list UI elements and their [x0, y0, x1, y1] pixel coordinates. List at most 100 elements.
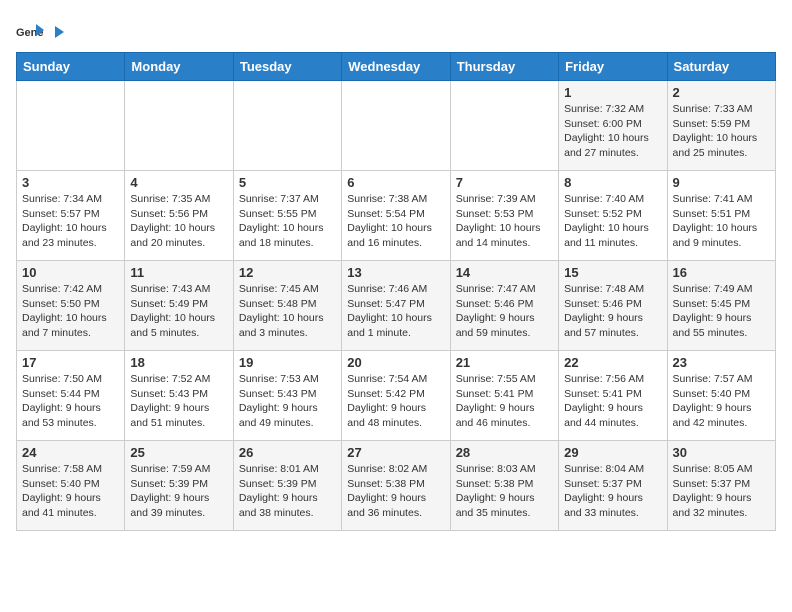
day-info: Sunrise: 8:02 AM Sunset: 5:38 PM Dayligh…: [347, 462, 444, 521]
day-info: Sunrise: 7:58 AM Sunset: 5:40 PM Dayligh…: [22, 462, 119, 521]
day-info: Sunrise: 7:55 AM Sunset: 5:41 PM Dayligh…: [456, 372, 553, 431]
calendar-cell: 23Sunrise: 7:57 AM Sunset: 5:40 PM Dayli…: [667, 351, 775, 441]
logo-icon: General: [16, 16, 44, 44]
day-number: 13: [347, 265, 444, 280]
day-info: Sunrise: 7:35 AM Sunset: 5:56 PM Dayligh…: [130, 192, 227, 251]
day-info: Sunrise: 7:33 AM Sunset: 5:59 PM Dayligh…: [673, 102, 770, 161]
day-number: 6: [347, 175, 444, 190]
day-info: Sunrise: 7:48 AM Sunset: 5:46 PM Dayligh…: [564, 282, 661, 341]
week-row-1: 1 Sunrise: 7:32 AM Sunset: 6:00 PM Daylig…: [17, 81, 776, 171]
day-info: Sunrise: 7:52 AM Sunset: 5:43 PM Dayligh…: [130, 372, 227, 431]
day-info: Sunrise: 7:46 AM Sunset: 5:47 PM Dayligh…: [347, 282, 444, 341]
calendar-cell: 20 Sunrise: 7:54 AM Sunset: 5:42 PM Dayli…: [342, 351, 450, 441]
calendar-cell: 14Sunrise: 7:47 AM Sunset: 5:46 PM Dayli…: [450, 261, 558, 351]
calendar-header: SundayMondayTuesdayWednesdayThursdayFrid…: [17, 53, 776, 81]
calendar-cell: 30 Sunrise: 8:05 AM Sunset: 5:37 PM Dayli…: [667, 441, 775, 531]
weekday-friday: Friday: [559, 53, 667, 81]
calendar-cell: 11 Sunrise: 7:43 AM Sunset: 5:49 PM Dayli…: [125, 261, 233, 351]
day-info: Sunrise: 7:54 AM Sunset: 5:42 PM Dayligh…: [347, 372, 444, 431]
day-info: Sunrise: 7:57 AM Sunset: 5:40 PM Dayligh…: [673, 372, 770, 431]
day-number: 11: [130, 265, 227, 280]
calendar-cell: 5 Sunrise: 7:37 AM Sunset: 5:55 PM Daylig…: [233, 171, 341, 261]
calendar-cell: 13 Sunrise: 7:46 AM Sunset: 5:47 PM Dayli…: [342, 261, 450, 351]
calendar-cell: 16 Sunrise: 7:49 AM Sunset: 5:45 PM Dayli…: [667, 261, 775, 351]
day-info: Sunrise: 8:01 AM Sunset: 5:39 PM Dayligh…: [239, 462, 336, 521]
day-number: 18: [130, 355, 227, 370]
calendar-cell: 25Sunrise: 7:59 AM Sunset: 5:39 PM Dayli…: [125, 441, 233, 531]
day-info: Sunrise: 7:45 AM Sunset: 5:48 PM Dayligh…: [239, 282, 336, 341]
day-number: 17: [22, 355, 119, 370]
day-number: 27: [347, 445, 444, 460]
weekday-row: SundayMondayTuesdayWednesdayThursdayFrid…: [17, 53, 776, 81]
day-number: 8: [564, 175, 661, 190]
calendar-cell: 17 Sunrise: 7:50 AM Sunset: 5:44 PM Dayli…: [17, 351, 125, 441]
page-header: General: [16, 16, 776, 44]
week-row-4: 17 Sunrise: 7:50 AM Sunset: 5:44 PM Dayli…: [17, 351, 776, 441]
calendar-cell: 18 Sunrise: 7:52 AM Sunset: 5:43 PM Dayli…: [125, 351, 233, 441]
day-number: 5: [239, 175, 336, 190]
calendar-cell: [125, 81, 233, 171]
day-number: 16: [673, 265, 770, 280]
day-number: 19: [239, 355, 336, 370]
calendar-cell: 8 Sunrise: 7:40 AM Sunset: 5:52 PM Daylig…: [559, 171, 667, 261]
day-number: 3: [22, 175, 119, 190]
weekday-saturday: Saturday: [667, 53, 775, 81]
day-number: 1: [564, 85, 661, 100]
calendar-cell: 22 Sunrise: 7:56 AM Sunset: 5:41 PM Dayli…: [559, 351, 667, 441]
day-info: Sunrise: 7:39 AM Sunset: 5:53 PM Dayligh…: [456, 192, 553, 251]
weekday-thursday: Thursday: [450, 53, 558, 81]
day-number: 4: [130, 175, 227, 190]
logo-arrow-icon: [49, 23, 67, 41]
calendar-cell: 29 Sunrise: 8:04 AM Sunset: 5:37 PM Dayli…: [559, 441, 667, 531]
weekday-tuesday: Tuesday: [233, 53, 341, 81]
day-number: 22: [564, 355, 661, 370]
calendar-cell: 7 Sunrise: 7:39 AM Sunset: 5:53 PM Daylig…: [450, 171, 558, 261]
calendar-cell: 21 Sunrise: 7:55 AM Sunset: 5:41 PM Dayli…: [450, 351, 558, 441]
day-number: 28: [456, 445, 553, 460]
day-number: 7: [456, 175, 553, 190]
calendar-cell: [450, 81, 558, 171]
calendar-table: SundayMondayTuesdayWednesdayThursdayFrid…: [16, 52, 776, 531]
week-row-5: 24 Sunrise: 7:58 AM Sunset: 5:40 PM Dayli…: [17, 441, 776, 531]
calendar-cell: [342, 81, 450, 171]
day-info: Sunrise: 7:43 AM Sunset: 5:49 PM Dayligh…: [130, 282, 227, 341]
day-info: Sunrise: 7:41 AM Sunset: 5:51 PM Dayligh…: [673, 192, 770, 251]
day-number: 20: [347, 355, 444, 370]
day-number: 12: [239, 265, 336, 280]
weekday-wednesday: Wednesday: [342, 53, 450, 81]
calendar-cell: 12 Sunrise: 7:45 AM Sunset: 5:48 PM Dayli…: [233, 261, 341, 351]
calendar-cell: 19 Sunrise: 7:53 AM Sunset: 5:43 PM Dayli…: [233, 351, 341, 441]
day-info: Sunrise: 7:47 AM Sunset: 5:46 PM Dayligh…: [456, 282, 553, 341]
calendar-body: 1 Sunrise: 7:32 AM Sunset: 6:00 PM Daylig…: [17, 81, 776, 531]
calendar-cell: 3Sunrise: 7:34 AM Sunset: 5:57 PM Daylig…: [17, 171, 125, 261]
calendar-cell: 24 Sunrise: 7:58 AM Sunset: 5:40 PM Dayli…: [17, 441, 125, 531]
day-number: 9: [673, 175, 770, 190]
day-info: Sunrise: 7:56 AM Sunset: 5:41 PM Dayligh…: [564, 372, 661, 431]
day-info: Sunrise: 7:50 AM Sunset: 5:44 PM Dayligh…: [22, 372, 119, 431]
calendar-cell: 10 Sunrise: 7:42 AM Sunset: 5:50 PM Dayli…: [17, 261, 125, 351]
day-number: 30: [673, 445, 770, 460]
day-info: Sunrise: 7:38 AM Sunset: 5:54 PM Dayligh…: [347, 192, 444, 251]
day-info: Sunrise: 8:04 AM Sunset: 5:37 PM Dayligh…: [564, 462, 661, 521]
calendar-cell: 28 Sunrise: 8:03 AM Sunset: 5:38 PM Dayli…: [450, 441, 558, 531]
day-info: Sunrise: 7:42 AM Sunset: 5:50 PM Dayligh…: [22, 282, 119, 341]
day-number: 26: [239, 445, 336, 460]
weekday-sunday: Sunday: [17, 53, 125, 81]
day-info: Sunrise: 7:32 AM Sunset: 6:00 PM Dayligh…: [564, 102, 661, 161]
day-info: Sunrise: 7:40 AM Sunset: 5:52 PM Dayligh…: [564, 192, 661, 251]
calendar-cell: 15Sunrise: 7:48 AM Sunset: 5:46 PM Dayli…: [559, 261, 667, 351]
day-info: Sunrise: 7:37 AM Sunset: 5:55 PM Dayligh…: [239, 192, 336, 251]
day-info: Sunrise: 7:53 AM Sunset: 5:43 PM Dayligh…: [239, 372, 336, 431]
day-number: 29: [564, 445, 661, 460]
calendar-cell: [233, 81, 341, 171]
day-number: 21: [456, 355, 553, 370]
day-number: 24: [22, 445, 119, 460]
day-number: 2: [673, 85, 770, 100]
day-info: Sunrise: 8:05 AM Sunset: 5:37 PM Dayligh…: [673, 462, 770, 521]
day-number: 10: [22, 265, 119, 280]
day-info: Sunrise: 8:03 AM Sunset: 5:38 PM Dayligh…: [456, 462, 553, 521]
week-row-3: 10 Sunrise: 7:42 AM Sunset: 5:50 PM Dayli…: [17, 261, 776, 351]
day-number: 25: [130, 445, 227, 460]
day-info: Sunrise: 7:49 AM Sunset: 5:45 PM Dayligh…: [673, 282, 770, 341]
calendar-cell: 9 Sunrise: 7:41 AM Sunset: 5:51 PM Daylig…: [667, 171, 775, 261]
